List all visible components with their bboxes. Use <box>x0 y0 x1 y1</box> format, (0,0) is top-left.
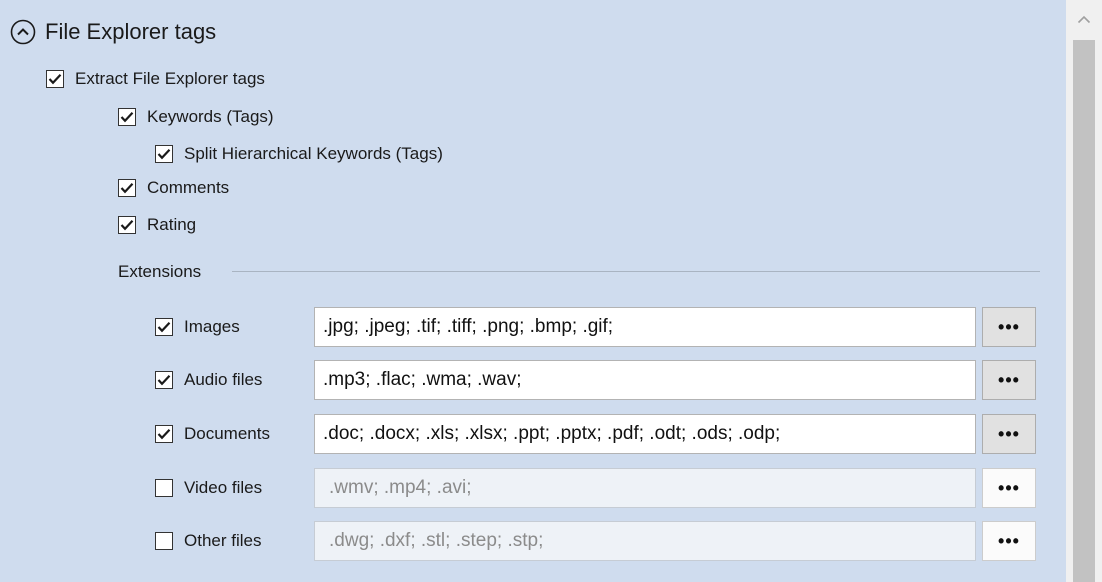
section-header: File Explorer tags <box>10 16 216 48</box>
section-title: File Explorer tags <box>45 19 217 44</box>
vertical-scrollbar[interactable] <box>1066 0 1102 582</box>
comments-option: Comments <box>118 174 229 202</box>
images-option: Images <box>155 313 240 341</box>
extract-tags-option: Extract File Explorer tags <box>46 65 265 93</box>
images-label: Images <box>184 317 240 336</box>
other-browse-button[interactable]: ••• <box>982 521 1036 561</box>
audio-checkbox[interactable] <box>155 371 173 389</box>
audio-extensions-field[interactable]: .mp3; .flac; .wma; .wav; <box>314 360 976 400</box>
extensions-group-label: Extensions <box>118 262 202 281</box>
keywords-checkbox[interactable] <box>118 108 136 126</box>
other-checkbox[interactable] <box>155 532 173 550</box>
extract-tags-checkbox[interactable] <box>46 70 64 88</box>
keywords-option: Keywords (Tags) <box>118 103 274 131</box>
documents-browse-button[interactable]: ••• <box>982 414 1036 454</box>
images-browse-button[interactable]: ••• <box>982 307 1036 347</box>
documents-option: Documents <box>155 420 270 448</box>
video-checkbox[interactable] <box>155 479 173 497</box>
split-keywords-label: Split Hierarchical Keywords (Tags) <box>184 144 443 163</box>
chevron-up-icon[interactable] <box>1066 0 1102 38</box>
images-checkbox[interactable] <box>155 318 173 336</box>
audio-option: Audio files <box>155 366 262 394</box>
keywords-label: Keywords (Tags) <box>147 107 274 126</box>
extensions-divider <box>232 271 1040 272</box>
other-option: Other files <box>155 527 261 555</box>
video-label: Video files <box>184 478 263 497</box>
images-extensions-field[interactable]: .jpg; .jpeg; .tif; .tiff; .png; .bmp; .g… <box>314 307 976 347</box>
rating-option: Rating <box>118 211 196 239</box>
video-extensions-field[interactable]: .wmv; .mp4; .avi; <box>314 468 976 508</box>
rating-checkbox[interactable] <box>118 216 136 234</box>
scrollbar-thumb[interactable] <box>1073 40 1095 582</box>
split-keywords-checkbox[interactable] <box>155 145 173 163</box>
other-label: Other files <box>184 531 262 550</box>
rating-label: Rating <box>147 215 197 234</box>
extract-tags-label: Extract File Explorer tags <box>75 69 265 88</box>
documents-checkbox[interactable] <box>155 425 173 443</box>
video-option: Video files <box>155 474 262 502</box>
audio-label: Audio files <box>184 370 263 389</box>
comments-label: Comments <box>147 178 230 197</box>
documents-label: Documents <box>184 424 270 443</box>
documents-extensions-field[interactable]: .doc; .docx; .xls; .xlsx; .ppt; .pptx; .… <box>314 414 976 454</box>
audio-browse-button[interactable]: ••• <box>982 360 1036 400</box>
settings-panel: File Explorer tags Extract File Explorer… <box>0 0 1066 582</box>
comments-checkbox[interactable] <box>118 179 136 197</box>
chevron-up-circle-icon[interactable] <box>10 19 36 45</box>
other-extensions-field[interactable]: .dwg; .dxf; .stl; .step; .stp; <box>314 521 976 561</box>
split-keywords-option: Split Hierarchical Keywords (Tags) <box>155 140 443 168</box>
video-browse-button[interactable]: ••• <box>982 468 1036 508</box>
